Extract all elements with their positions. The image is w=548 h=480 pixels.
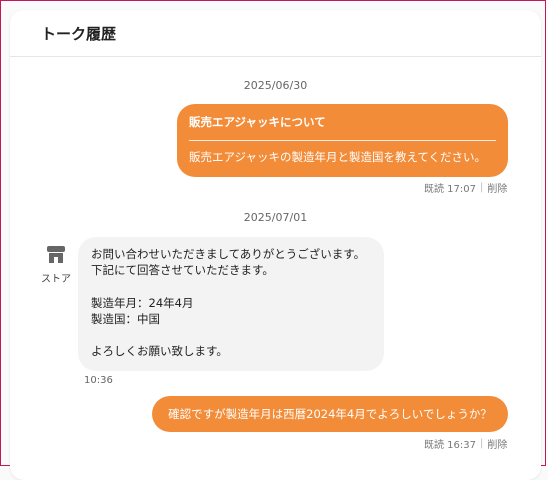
message-line: 製造年月：24年4月 bbox=[91, 295, 194, 310]
message-meta: 既読 17:07 | 削除 bbox=[424, 180, 507, 195]
message-time: 10:36 bbox=[84, 375, 113, 386]
outgoing-message: 販売エアジャッキについて 販売エアジャッキの製造年月と製造国を教えてください。 bbox=[177, 104, 508, 177]
read-status: 既読 17:07 bbox=[424, 184, 476, 195]
meta-separator: | bbox=[480, 438, 484, 449]
delete-link[interactable]: 削除 bbox=[487, 436, 507, 451]
page-title: トーク履歴 bbox=[10, 10, 541, 57]
message-body: 確認ですが製造年月は西暦2024年4月でよろしいでしょうか？ bbox=[168, 407, 492, 421]
date-separator: 2025/06/30 bbox=[243, 79, 308, 92]
date-separator: 2025/07/01 bbox=[243, 211, 308, 224]
message-line bbox=[91, 327, 371, 343]
message-line: お問い合わせいただきましてありがとうございます。 bbox=[91, 247, 366, 261]
message-line: よろしくお願い致します。 bbox=[91, 344, 228, 359]
message-body: 販売エアジャッキの製造年月と製造国を教えてください。 bbox=[189, 150, 487, 164]
message-line: 製造国：中国 bbox=[91, 311, 160, 326]
message-line bbox=[91, 279, 371, 295]
subject-divider bbox=[189, 140, 496, 141]
message-subject: 販売エアジャッキについて bbox=[189, 115, 326, 129]
read-status: 既読 16:37 bbox=[424, 440, 476, 451]
store-icon bbox=[47, 246, 65, 263]
delete-link[interactable]: 削除 bbox=[487, 180, 507, 195]
message-meta: 既読 16:37 | 削除 bbox=[424, 436, 507, 451]
incoming-message: お問い合わせいただきましてありがとうございます。 下記にて回答させていただきます… bbox=[78, 237, 384, 371]
outgoing-message: 確認ですが製造年月は西暦2024年4月でよろしいでしょうか？ bbox=[152, 396, 508, 432]
talk-history-card: トーク履歴 2025/06/30 販売エアジャッキについて 販売エアジャッキの製… bbox=[10, 10, 541, 480]
sender-avatar: ストア bbox=[36, 246, 76, 285]
sender-label: ストア bbox=[41, 274, 71, 285]
meta-separator: | bbox=[480, 182, 484, 193]
message-line: 下記にて回答させていただきます。 bbox=[91, 263, 274, 278]
